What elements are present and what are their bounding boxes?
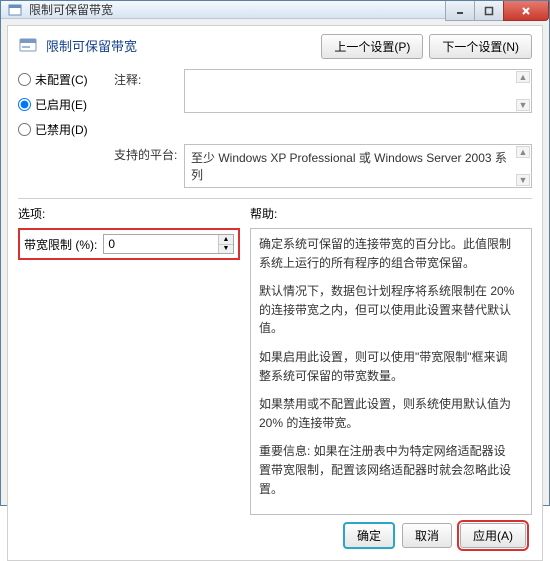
platform-label: 支持的平台:: [114, 144, 178, 163]
bandwidth-input[interactable]: [104, 235, 218, 253]
titlebar[interactable]: 限制可保留带宽: [1, 1, 549, 19]
cancel-button[interactable]: 取消: [402, 523, 452, 548]
window-icon: [7, 2, 23, 18]
apply-button[interactable]: 应用(A): [460, 523, 526, 548]
maximize-button[interactable]: [474, 1, 504, 21]
separator: [18, 198, 532, 199]
next-setting-button[interactable]: 下一个设置(N): [429, 34, 532, 59]
dialog-body: 限制可保留带宽 上一个设置(P) 下一个设置(N) 未配置(C) 已启用(E) …: [7, 25, 543, 561]
radio-disabled-input[interactable]: [18, 123, 31, 136]
bandwidth-option-row: 带宽限制 (%): ▲ ▼: [18, 228, 240, 260]
comment-label: 注释:: [114, 69, 178, 88]
window-controls: [446, 1, 549, 21]
radio-not-configured[interactable]: 未配置(C): [18, 71, 108, 88]
platform-box: 至少 Windows XP Professional 或 Windows Ser…: [184, 144, 532, 188]
radio-disabled[interactable]: 已禁用(D): [18, 121, 108, 138]
comment-textarea[interactable]: ▲▼: [184, 69, 532, 113]
policy-icon: [18, 36, 38, 56]
help-section-label: 帮助:: [250, 205, 277, 222]
platform-value: 至少 Windows XP Professional 或 Windows Ser…: [191, 149, 515, 183]
radio-enabled[interactable]: 已启用(E): [18, 96, 108, 113]
help-text-box[interactable]: 确定系统可保留的连接带宽的百分比。此值限制系统上运行的所有程序的组合带宽保留。 …: [250, 228, 532, 515]
prev-setting-button[interactable]: 上一个设置(P): [321, 34, 423, 59]
radio-disabled-label: 已禁用(D): [35, 121, 88, 138]
policy-editor-window: 限制可保留带宽 限制可保留带宽 上一个设置(: [0, 0, 550, 506]
spinner-up-button[interactable]: ▲: [219, 235, 233, 245]
platform-scrollbar[interactable]: ▲▼: [516, 146, 530, 186]
comment-scrollbar[interactable]: ▲▼: [516, 71, 530, 111]
close-button[interactable]: [503, 1, 549, 21]
dialog-footer: 确定 取消 应用(A): [18, 515, 532, 552]
help-paragraph: 默认情况下，数据包计划程序将系统限制在 20% 的连接带宽之内，但可以使用此设置…: [259, 282, 515, 338]
help-paragraph: 如果禁用或不配置此设置，则系统使用默认值为 20% 的连接带宽。: [259, 395, 515, 432]
policy-title: 限制可保留带宽: [46, 34, 313, 55]
bandwidth-spinner[interactable]: ▲ ▼: [103, 234, 234, 254]
help-paragraph: 重要信息: 如果在注册表中为特定网络适配器设置带宽限制，配置该网络适配器时就会忽…: [259, 442, 515, 498]
help-paragraph: 确定系统可保留的连接带宽的百分比。此值限制系统上运行的所有程序的组合带宽保留。: [259, 235, 515, 272]
radio-not-configured-label: 未配置(C): [35, 71, 88, 88]
minimize-button[interactable]: [445, 1, 475, 21]
radio-enabled-input[interactable]: [18, 98, 31, 111]
help-paragraph: 如果启用此设置，则可以使用"带宽限制"框来调整系统可保留的带宽数量。: [259, 348, 515, 385]
spinner-down-button[interactable]: ▼: [219, 245, 233, 254]
ok-button[interactable]: 确定: [344, 523, 394, 548]
radio-not-configured-input[interactable]: [18, 73, 31, 86]
window-title: 限制可保留带宽: [29, 1, 113, 18]
options-section-label: 选项:: [18, 205, 250, 222]
radio-enabled-label: 已启用(E): [35, 96, 87, 113]
bandwidth-label: 带宽限制 (%):: [24, 236, 97, 253]
